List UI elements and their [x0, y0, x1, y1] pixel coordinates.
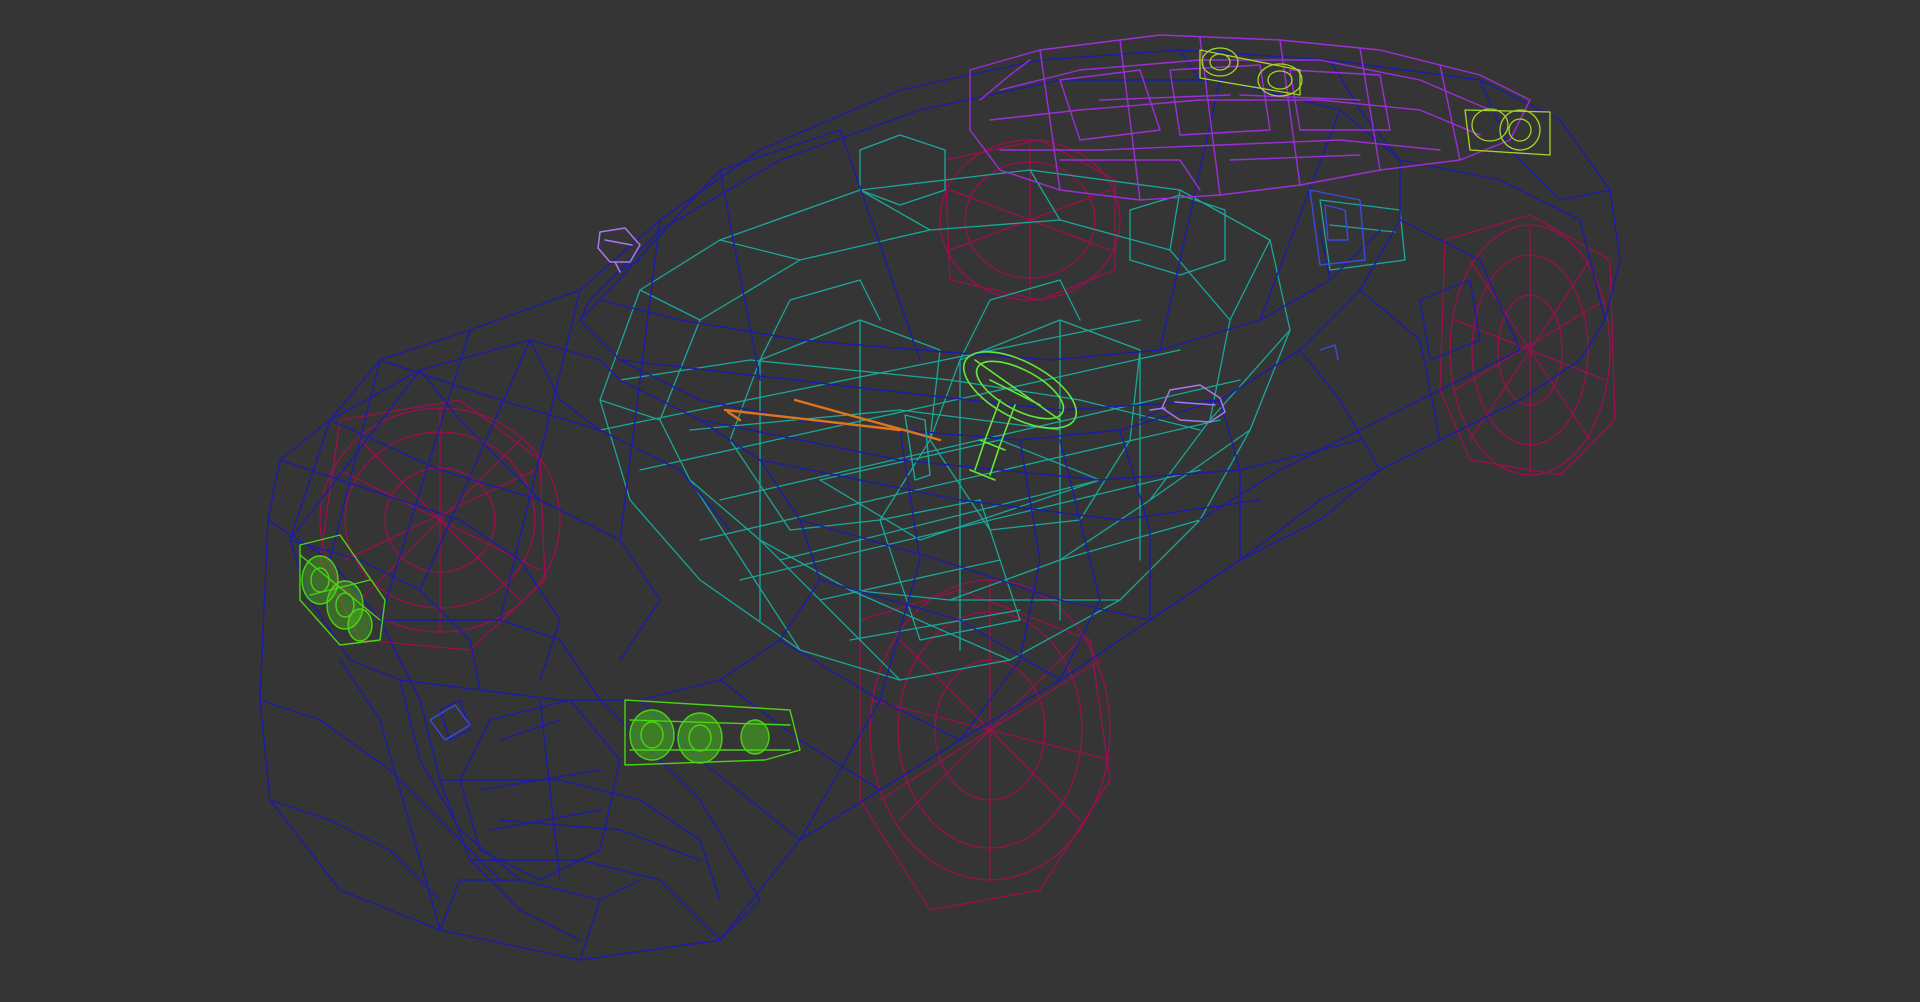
wiper-arm-base: [904, 414, 931, 481]
tail-light-right: [1464, 108, 1551, 156]
body-details: [429, 189, 1366, 741]
wireframe-car-model[interactable]: [0, 0, 1920, 1002]
head-light-left: [299, 534, 386, 646]
head-light-right: [624, 699, 801, 766]
interior-mesh: [599, 134, 1406, 681]
side-mirror-left: [597, 227, 641, 273]
3d-viewport[interactable]: [0, 0, 1920, 1002]
body-shell-mesh: [259, 49, 1621, 961]
rear-left-wheel: [939, 139, 1121, 301]
front-right-wheel: [859, 579, 1111, 911]
